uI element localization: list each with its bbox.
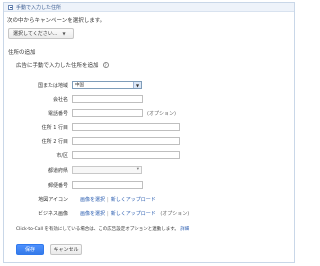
- section-subtitle: 広告に手動で入力した住所を追加: [16, 63, 99, 69]
- phone-optional: (オプション): [147, 111, 176, 117]
- map-icon-label: 地図アイコン: [38, 197, 68, 203]
- postal-field[interactable]: [72, 181, 143, 189]
- business-image-optional: (オプション): [160, 211, 190, 217]
- map-icon-choose-link[interactable]: 画像を選択: [80, 197, 105, 203]
- country-value: 中国: [75, 83, 84, 88]
- section-subtitle-row: 広告に手動で入力した住所を追加 ?: [16, 61, 109, 69]
- city-label: 市/区: [56, 153, 68, 159]
- click-to-call-note: Click-to-Call を有効にしている場合は、この広告設定オプションと連動…: [16, 226, 189, 232]
- help-icon[interactable]: ?: [102, 62, 109, 68]
- note-text: Click-to-Call を有効にしている場合は、この広告設定オプションと連動…: [16, 227, 179, 232]
- dropdown-arrow-icon[interactable]: ▼: [133, 82, 141, 88]
- company-field[interactable]: [72, 95, 143, 103]
- address1-field[interactable]: [72, 123, 180, 131]
- phone-field[interactable]: [72, 109, 143, 117]
- map-icon-upload-link[interactable]: 新しくアップロード: [111, 197, 156, 203]
- section-title: 住所の追加: [8, 50, 36, 56]
- company-label: 会社名: [52, 97, 68, 103]
- business-image-links: 画像を選択 | 新しくアップロード (オプション): [80, 211, 190, 217]
- campaign-intro-text: 次の中からキャンペーンを選択します。: [7, 18, 106, 24]
- address2-field[interactable]: [72, 137, 180, 145]
- panel-title: 手動で入力した住所: [16, 4, 62, 11]
- business-image-upload-link[interactable]: 新しくアップロード: [111, 211, 156, 217]
- campaign-select[interactable]: 選択してください... ▼: [8, 28, 74, 39]
- campaign-select-label: 選択してください...: [13, 31, 58, 37]
- phone-label: 電話番号: [47, 111, 68, 117]
- address2-label: 住所 2 行目: [41, 139, 68, 145]
- collapse-icon[interactable]: [8, 4, 13, 10]
- map-icon-links: 画像を選択 | 新しくアップロード: [80, 197, 156, 203]
- city-field[interactable]: [72, 151, 180, 159]
- cancel-button[interactable]: キャンセル: [50, 244, 82, 255]
- panel-header[interactable]: 手動で入力した住所: [4, 3, 294, 12]
- prefecture-label: 都道府県: [47, 168, 68, 174]
- save-button[interactable]: 保存: [16, 244, 44, 255]
- country-label: 国または地域: [37, 83, 68, 89]
- postal-label: 郵便番号: [47, 183, 68, 189]
- business-image-label: ビジネス画像: [37, 211, 68, 217]
- prefecture-select[interactable]: [72, 166, 142, 174]
- business-image-choose-link[interactable]: 画像を選択: [80, 211, 105, 217]
- address1-label: 住所 1 行目: [41, 125, 68, 131]
- address-panel: 手動で入力した住所: [3, 2, 295, 263]
- chevron-down-icon: ▼: [62, 31, 66, 36]
- country-select[interactable]: 中国 ▼: [72, 81, 142, 89]
- details-link[interactable]: 詳細: [180, 227, 189, 232]
